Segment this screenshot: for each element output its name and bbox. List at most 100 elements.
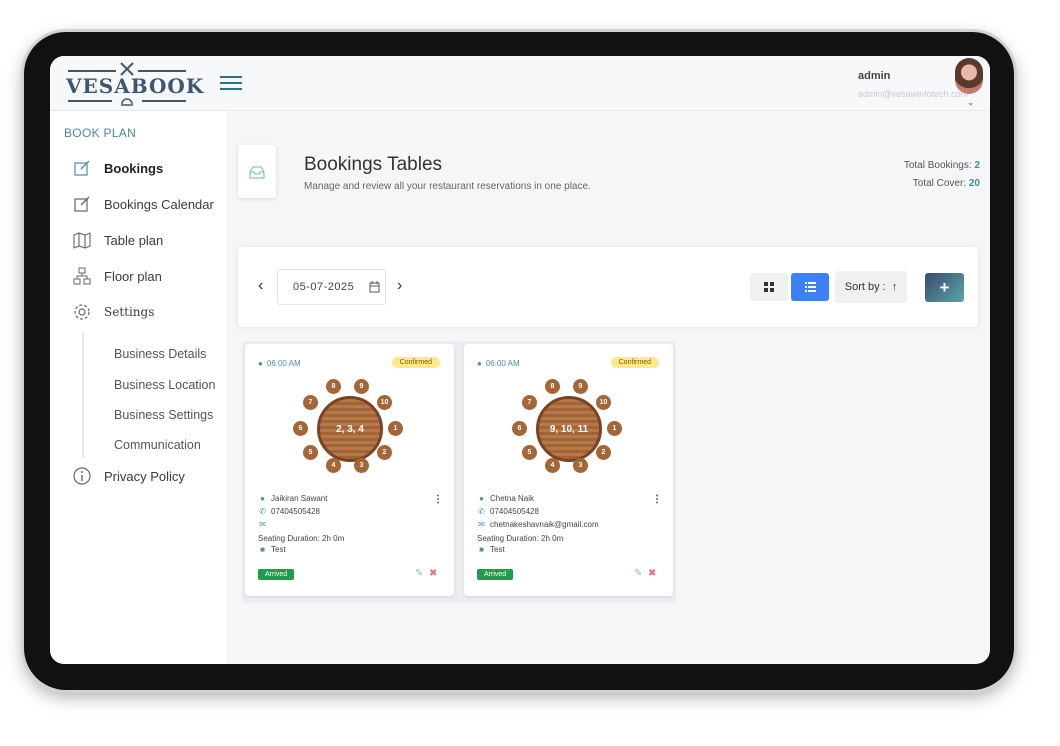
- sidebar-item-settings[interactable]: Settings: [72, 299, 154, 325]
- seat: 6: [512, 421, 527, 436]
- date-picker[interactable]: 05-07-2025: [277, 269, 386, 305]
- table-top: 9, 10, 11: [536, 396, 602, 462]
- total-cover-label: Total Cover:: [912, 178, 967, 189]
- booking-time-text: 06:00 AM: [485, 359, 520, 368]
- arrival-status-badge[interactable]: Arrived: [258, 569, 295, 580]
- avatar[interactable]: [955, 58, 983, 94]
- gear-icon: [72, 302, 92, 322]
- more-options-icon[interactable]: ⋮: [652, 494, 662, 505]
- edit-icon[interactable]: ✎: [634, 568, 642, 579]
- guest-email: chetnakeshavnaik@gmail.com: [490, 520, 599, 529]
- guest-phone: 07404505428: [271, 507, 320, 516]
- chevron-down-icon[interactable]: ⌄: [967, 97, 975, 108]
- booking-stats: Total Bookings: 2 Total Cover: 20: [904, 157, 980, 193]
- logo-line: [138, 70, 186, 72]
- seat: 10: [596, 395, 611, 410]
- booking-note-row: ■ Test: [258, 545, 286, 554]
- guest-name-row: ● Chetna Naik: [477, 494, 534, 503]
- submenu-business-details[interactable]: Business Details: [114, 347, 206, 361]
- seat: 4: [326, 458, 341, 473]
- sidebar-item-label: Settings: [104, 305, 155, 319]
- seat: 8: [545, 379, 560, 394]
- seat: 4: [545, 458, 560, 473]
- sidebar-item-label: Bookings Calendar: [104, 196, 214, 212]
- grid-view-button[interactable]: [750, 273, 788, 301]
- info-icon: [72, 466, 92, 486]
- submenu-communication[interactable]: Communication: [114, 438, 201, 452]
- guest-email-row: ✉: [258, 520, 271, 529]
- seat: 6: [293, 421, 308, 436]
- seat: 1: [388, 421, 403, 436]
- sidebar-item-privacy-policy[interactable]: Privacy Policy: [72, 463, 185, 489]
- booking-card[interactable]: ● 06:00 AM Confirmed 2, 3, 4 1 2 3 4 5 6 7 8 9 10 ⋮ ● Ja…: [245, 344, 454, 596]
- seating-duration: Seating Duration: 2h 0m: [258, 534, 345, 543]
- sidebar-item-bookings-calendar[interactable]: Bookings Calendar: [72, 191, 214, 217]
- sidebar-heading: BOOK PLAN: [64, 126, 137, 140]
- add-booking-button[interactable]: +: [925, 273, 964, 302]
- sort-label: Sort by :: [844, 281, 886, 293]
- note-icon: ■: [260, 545, 265, 554]
- tablet-frame: VESABOOK admin admin@vesawinfotech.com ⌄…: [24, 32, 1014, 690]
- phone-icon: ✆: [478, 507, 485, 516]
- calendar-icon[interactable]: [369, 281, 380, 293]
- app-screen: VESABOOK admin admin@vesawinfotech.com ⌄…: [50, 56, 990, 664]
- booking-note: Test: [490, 545, 505, 554]
- user-icon: ●: [260, 494, 265, 503]
- table-diagram: 9, 10, 11 1 2 3 4 5 6 7 8 9 10: [512, 374, 624, 484]
- list-view-button[interactable]: [791, 273, 829, 301]
- date-value: 05-07-2025: [293, 281, 355, 293]
- status-badge: Confirmed: [610, 357, 659, 368]
- page-subtitle: Manage and review all your restaurant re…: [304, 181, 591, 192]
- next-date-icon[interactable]: ›: [397, 277, 402, 295]
- submenu-line: [82, 332, 84, 458]
- logo[interactable]: VESABOOK: [66, 62, 203, 106]
- page-title: Bookings Tables: [304, 154, 443, 175]
- prev-date-icon[interactable]: ‹: [258, 277, 263, 295]
- sort-button[interactable]: Sort by : ↑: [835, 271, 907, 303]
- booking-note: Test: [271, 545, 286, 554]
- booking-card[interactable]: ● 06:00 AM Confirmed 9, 10, 11 1 2 3 4 5 6 7 8 9 10 ⋮ ●…: [464, 344, 673, 596]
- guest-phone-row: ✆ 07404505428: [477, 507, 539, 516]
- toolbar: ‹ 05-07-2025 › Sort by : ↑ +: [238, 247, 978, 327]
- edit-icon[interactable]: ✎: [415, 568, 423, 579]
- menu-toggle-icon[interactable]: [220, 76, 242, 92]
- seat: 8: [326, 379, 341, 394]
- table-diagram: 2, 3, 4 1 2 3 4 5 6 7 8 9 10: [293, 374, 405, 484]
- mail-icon: ✉: [259, 520, 266, 529]
- seat: 5: [303, 445, 318, 460]
- guest-name: Chetna Naik: [490, 494, 535, 503]
- seat: 3: [573, 458, 588, 473]
- booking-cards-area: ● 06:00 AM Confirmed 2, 3, 4 1 2 3 4 5 6 7 8 9 10 ⋮ ● Ja…: [242, 341, 676, 603]
- cloche-icon: [121, 98, 133, 106]
- submenu-business-location[interactable]: Business Location: [114, 378, 215, 392]
- guest-email-row: ✉ chetnakeshavnaik@gmail.com: [477, 520, 599, 529]
- seat: 9: [354, 379, 369, 394]
- logo-line: [142, 100, 186, 102]
- clock-icon: ●: [477, 359, 482, 368]
- seat: 3: [354, 458, 369, 473]
- arrival-status-badge[interactable]: Arrived: [477, 569, 514, 580]
- sidebar-item-table-plan[interactable]: Table plan: [72, 227, 163, 253]
- trash-icon[interactable]: ✖: [648, 568, 656, 579]
- guest-name: Jaikiran Sawant: [271, 494, 328, 503]
- more-options-icon[interactable]: ⋮: [433, 494, 443, 505]
- total-bookings-label: Total Bookings:: [903, 160, 972, 171]
- total-bookings-value: 2: [974, 160, 980, 171]
- map-icon: [72, 230, 92, 250]
- clock-icon: ●: [258, 359, 263, 368]
- sidebar-item-floor-plan[interactable]: Floor plan: [72, 263, 162, 289]
- user-email: admin@vesawinfotech.com: [858, 89, 969, 99]
- booking-time-text: 06:00 AM: [266, 359, 301, 368]
- guest-phone-row: ✆ 07404505428: [258, 507, 320, 516]
- sidebar: BOOK PLAN Bookings Bookings Calendar Tab…: [50, 111, 228, 664]
- seat: 10: [377, 395, 392, 410]
- seat: 5: [522, 445, 537, 460]
- phone-icon: ✆: [259, 507, 266, 516]
- booking-note-row: ■ Test: [477, 545, 505, 554]
- seating-duration: Seating Duration: 2h 0m: [477, 534, 564, 543]
- trash-icon[interactable]: ✖: [429, 568, 437, 579]
- sidebar-item-label: Privacy Policy: [104, 468, 185, 484]
- submenu-business-settings[interactable]: Business Settings: [114, 408, 213, 422]
- note-icon: ■: [479, 545, 484, 554]
- sidebar-item-bookings[interactable]: Bookings: [72, 155, 163, 181]
